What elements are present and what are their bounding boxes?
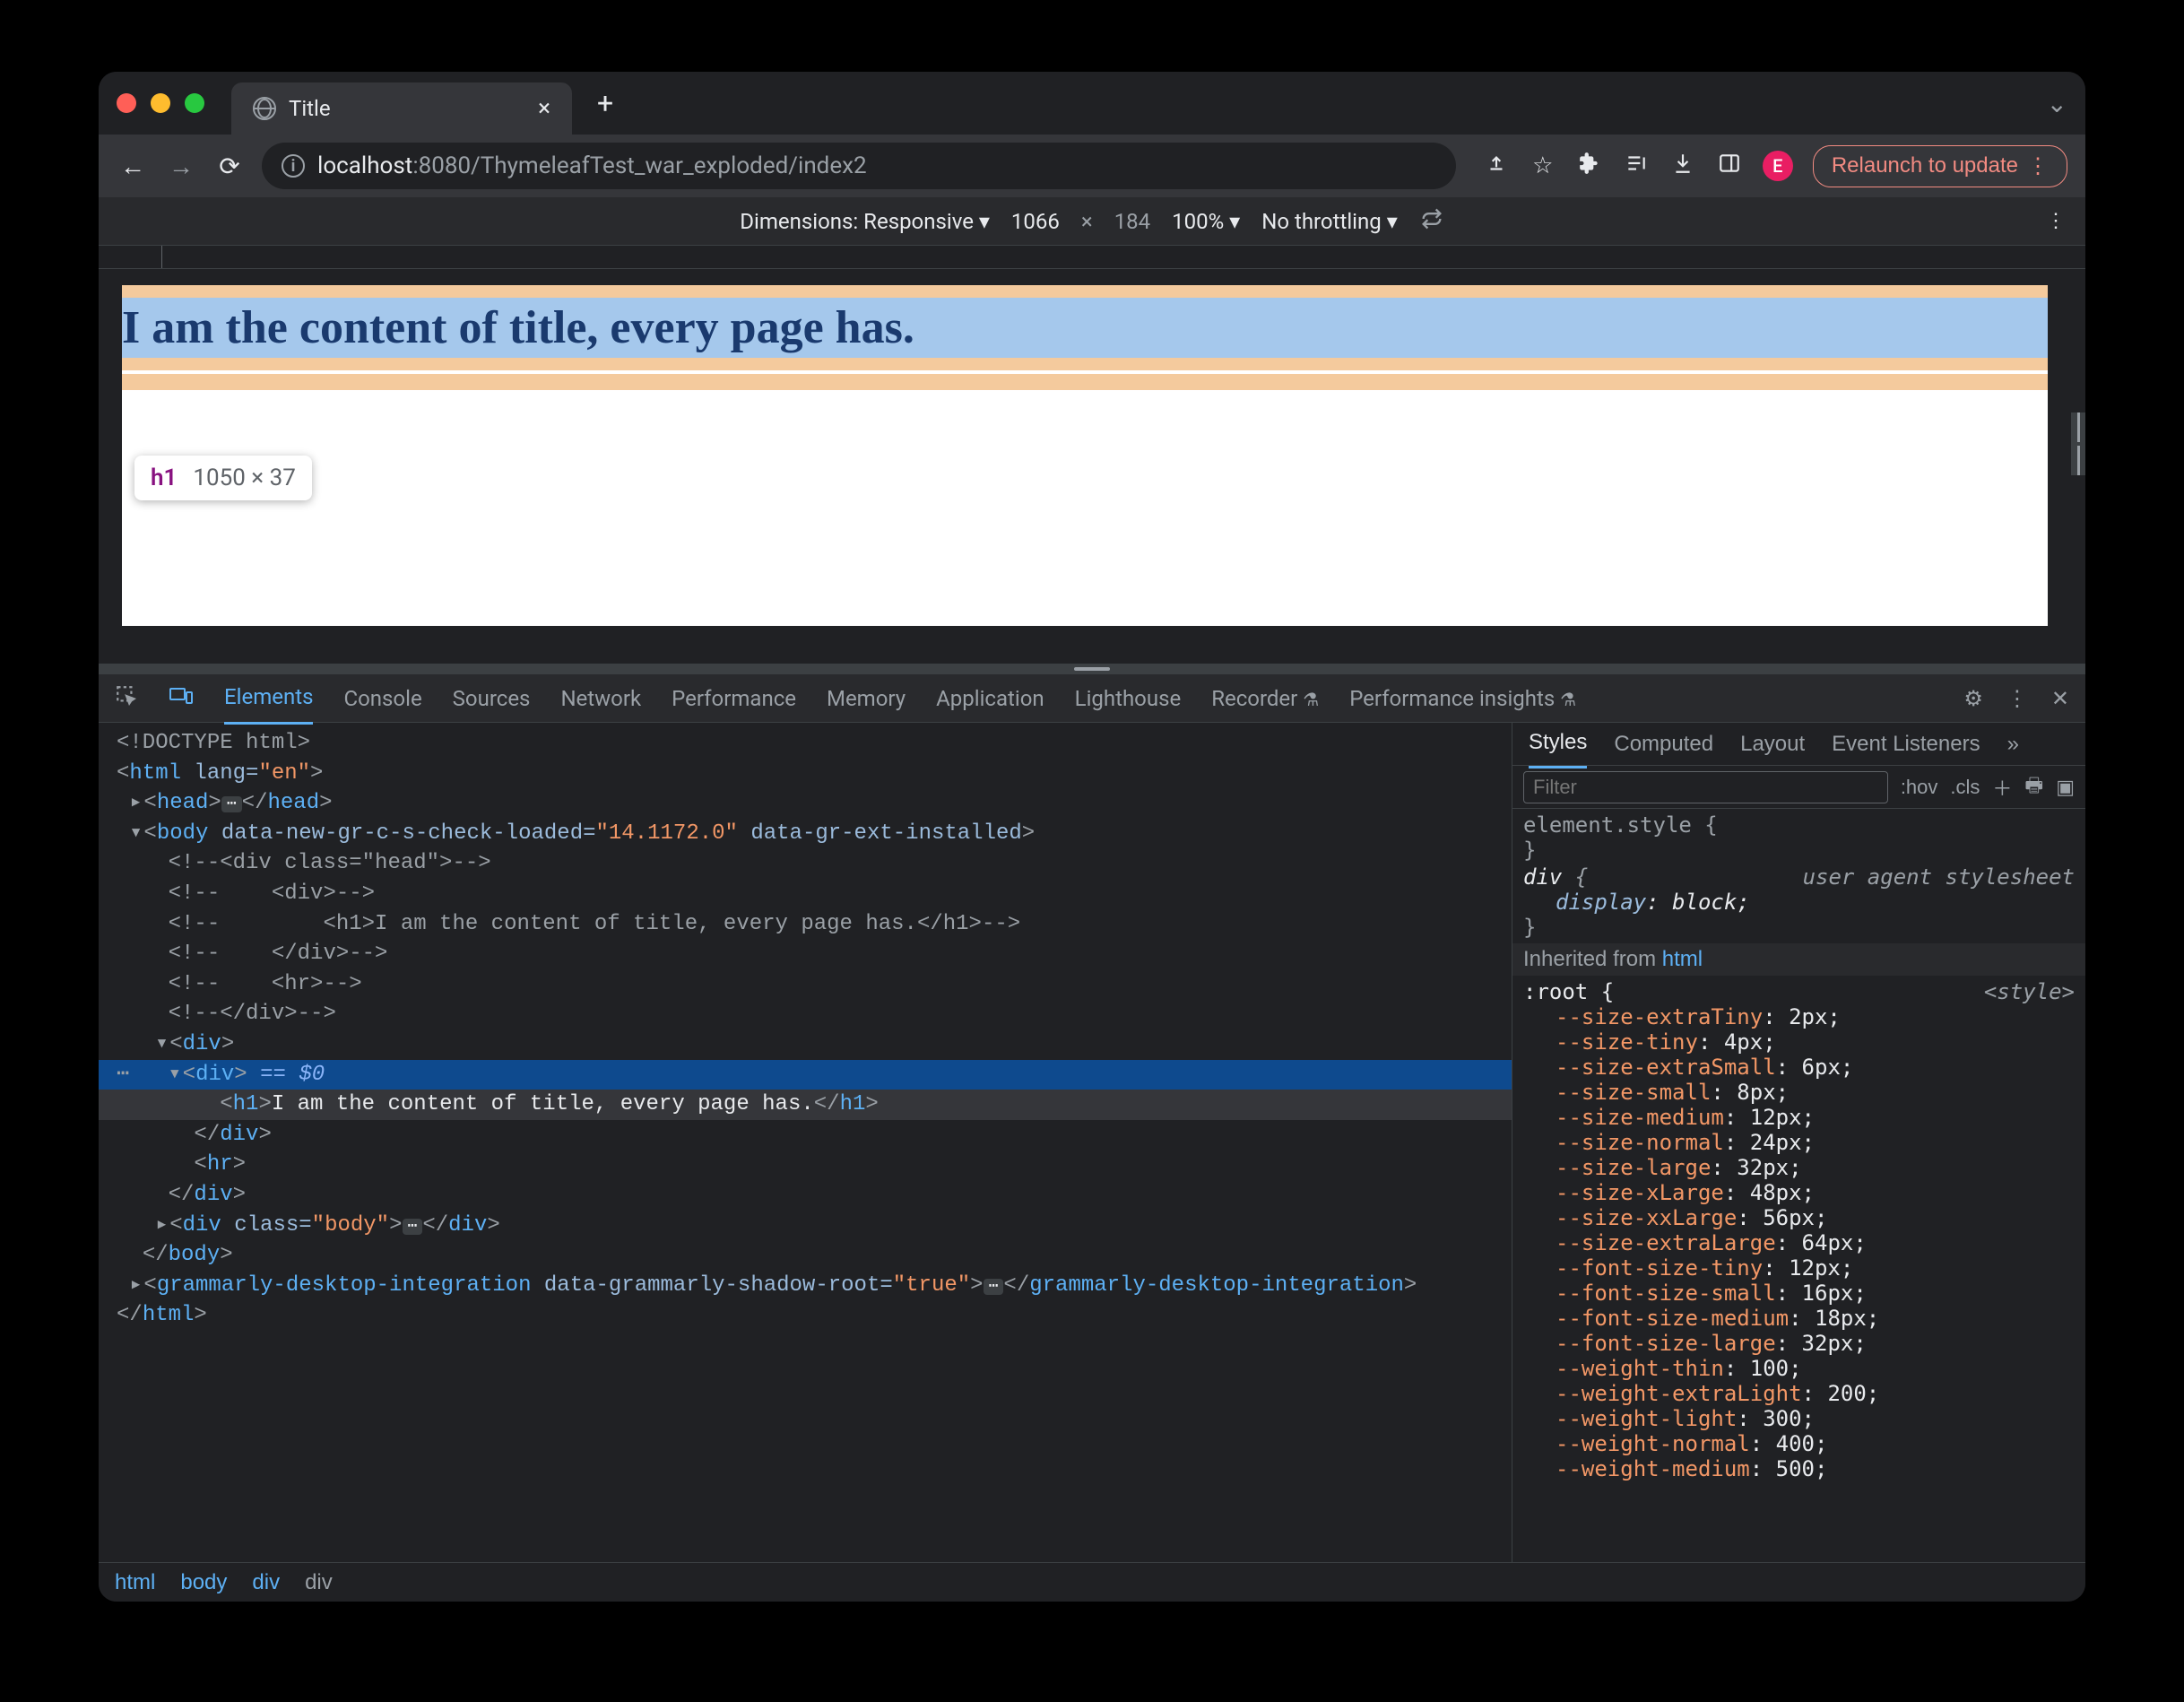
minimize-window-button[interactable] <box>151 93 170 113</box>
layout-tab[interactable]: Layout <box>1740 721 1805 768</box>
extensions-icon[interactable] <box>1576 152 1603 181</box>
css-var-row[interactable]: --size-xLarge: 48px; <box>1523 1180 2075 1205</box>
computed-panel-icon[interactable]: ▣ <box>2056 776 2075 799</box>
crumb-div1[interactable]: div <box>252 1570 280 1595</box>
dimensions-dropdown[interactable]: Dimensions: Responsive ▾ <box>740 209 990 234</box>
settings-icon[interactable]: ⚙ <box>1963 686 1983 711</box>
styles-tab[interactable]: Styles <box>1529 719 1587 769</box>
bookmark-icon[interactable]: ☆ <box>1530 152 1556 179</box>
styles-filter-input[interactable] <box>1523 771 1888 803</box>
tab-performance[interactable]: Performance <box>672 673 796 724</box>
tab-sources[interactable]: Sources <box>453 673 531 724</box>
device-mode-icon[interactable] <box>169 684 194 713</box>
css-var-row[interactable]: --weight-extraLight: 200; <box>1523 1381 2075 1406</box>
elements-tree[interactable]: <!DOCTYPE html> <html lang="en"> ▸<head>… <box>99 723 1512 1562</box>
devtools-tabs: Elements Console Sources Network Perform… <box>99 674 2085 723</box>
ruler <box>99 246 2085 269</box>
tab-network[interactable]: Network <box>560 673 641 724</box>
url-text: localhost:8080/ThymeleafTest_war_explode… <box>317 152 867 179</box>
hov-toggle[interactable]: :hov <box>1901 776 1938 799</box>
css-var-row[interactable]: --size-xxLarge: 56px; <box>1523 1205 2075 1230</box>
css-var-row[interactable]: --weight-medium: 500; <box>1523 1456 2075 1481</box>
tabs-overflow-button[interactable]: ⌄ <box>2047 89 2067 118</box>
styles-pane: Styles Computed Layout Event Listeners »… <box>1512 723 2085 1562</box>
reload-button[interactable]: ⟳ <box>213 152 246 181</box>
url-bar[interactable]: i localhost:8080/ThymeleafTest_war_explo… <box>262 143 1456 189</box>
highlight-hr <box>122 374 2048 390</box>
element-tooltip: h1 1050 × 37 <box>134 456 312 500</box>
title-bar: Title × + ⌄ <box>99 72 2085 135</box>
css-var-row[interactable]: --size-normal: 24px; <box>1523 1130 2075 1155</box>
css-var-row[interactable]: --size-medium: 12px; <box>1523 1105 2075 1130</box>
computed-tab[interactable]: Computed <box>1614 721 1713 768</box>
selected-node[interactable]: ⋯ ▾<div> == $0 <box>99 1060 1512 1090</box>
css-var-row[interactable]: --font-size-large: 32px; <box>1523 1331 2075 1356</box>
breadcrumb: html body div div <box>99 1562 2085 1602</box>
tooltip-dims: 1050 × 37 <box>193 465 295 491</box>
profile-avatar[interactable]: E <box>1763 151 1793 181</box>
crumb-div2[interactable]: div <box>305 1570 333 1595</box>
share-icon[interactable] <box>1483 152 1510 181</box>
crumb-html[interactable]: html <box>115 1570 155 1595</box>
new-tab-button[interactable]: + <box>597 86 613 120</box>
horizontal-resize-handle[interactable] <box>2071 412 2085 475</box>
styles-more-tabs[interactable]: » <box>2007 721 2019 768</box>
tab-perf-insights[interactable]: Performance insights ⚗ <box>1349 673 1576 724</box>
close-devtools-button[interactable]: ✕ <box>2051 686 2069 711</box>
close-tab-button[interactable]: × <box>538 95 550 122</box>
css-var-row[interactable]: --font-size-medium: 18px; <box>1523 1306 2075 1331</box>
width-input[interactable]: 1066 <box>1011 209 1060 234</box>
address-bar-row: ← → ⟳ i localhost:8080/ThymeleafTest_war… <box>99 135 2085 197</box>
new-style-rule-button[interactable]: ＋ <box>1992 773 2012 802</box>
print-icon[interactable]: 🖶 <box>2024 770 2043 804</box>
css-var-row[interactable]: --size-large: 32px; <box>1523 1155 2075 1180</box>
css-var-row[interactable]: --size-extraSmall: 6px; <box>1523 1055 2075 1080</box>
css-var-row[interactable]: --weight-normal: 400; <box>1523 1431 2075 1456</box>
event-listeners-tab[interactable]: Event Listeners <box>1832 721 1980 768</box>
maximize-window-button[interactable] <box>185 93 204 113</box>
tab-lighthouse[interactable]: Lighthouse <box>1075 673 1182 724</box>
inherited-from: Inherited from html <box>1512 943 2085 976</box>
tab-application[interactable]: Application <box>936 673 1044 724</box>
css-var-row[interactable]: --font-size-small: 16px; <box>1523 1281 2075 1306</box>
tab-title: Title <box>289 96 525 121</box>
crumb-body[interactable]: body <box>180 1570 227 1595</box>
highlight-margin: I am the content of title, every page ha… <box>122 285 2048 370</box>
css-var-row[interactable]: --size-tiny: 4px; <box>1523 1029 2075 1055</box>
page-preview[interactable]: I am the content of title, every page ha… <box>122 285 2048 626</box>
css-var-row[interactable]: --font-size-tiny: 12px; <box>1523 1255 2075 1281</box>
site-info-icon[interactable]: i <box>282 154 305 178</box>
height-input[interactable]: 184 <box>1114 209 1150 234</box>
more-icon[interactable]: ⋮ <box>2006 686 2028 711</box>
device-more-button[interactable]: ⋮ <box>2046 210 2066 232</box>
device-toolbar: Dimensions: Responsive ▾ 1066 × 184 100%… <box>99 197 2085 246</box>
tooltip-tag: h1 <box>151 465 177 491</box>
highlighted-h1: I am the content of title, every page ha… <box>122 298 2048 358</box>
relaunch-button[interactable]: Relaunch to update ⋮ <box>1813 145 2067 187</box>
inspect-icon[interactable] <box>115 684 138 713</box>
panel-icon[interactable] <box>1716 152 1743 181</box>
close-window-button[interactable] <box>117 93 136 113</box>
back-button[interactable]: ← <box>117 152 149 181</box>
download-icon[interactable] <box>1669 152 1696 181</box>
cls-toggle[interactable]: .cls <box>1950 776 1980 799</box>
throttling-dropdown[interactable]: No throttling ▾ <box>1261 209 1398 234</box>
tab-recorder[interactable]: Recorder ⚗ <box>1211 673 1319 724</box>
css-var-row[interactable]: --weight-thin: 100; <box>1523 1356 2075 1381</box>
tab-memory[interactable]: Memory <box>827 673 906 724</box>
browser-tab[interactable]: Title × <box>231 82 572 135</box>
css-var-row[interactable]: --size-extraLarge: 64px; <box>1523 1230 2075 1255</box>
forward-button[interactable]: → <box>165 152 197 181</box>
rotate-icon[interactable] <box>1419 206 1444 237</box>
tab-console[interactable]: Console <box>343 673 421 724</box>
css-var-row[interactable]: --size-extraTiny: 2px; <box>1523 1004 2075 1029</box>
reading-list-icon[interactable] <box>1623 152 1650 181</box>
zoom-dropdown[interactable]: 100% ▾ <box>1172 209 1240 234</box>
css-var-row[interactable]: --weight-light: 300; <box>1523 1406 2075 1431</box>
menu-icon[interactable]: ⋮ <box>2027 153 2049 179</box>
css-var-row[interactable]: --size-small: 8px; <box>1523 1080 2075 1105</box>
tab-elements[interactable]: Elements <box>224 672 313 725</box>
globe-icon <box>253 97 276 120</box>
